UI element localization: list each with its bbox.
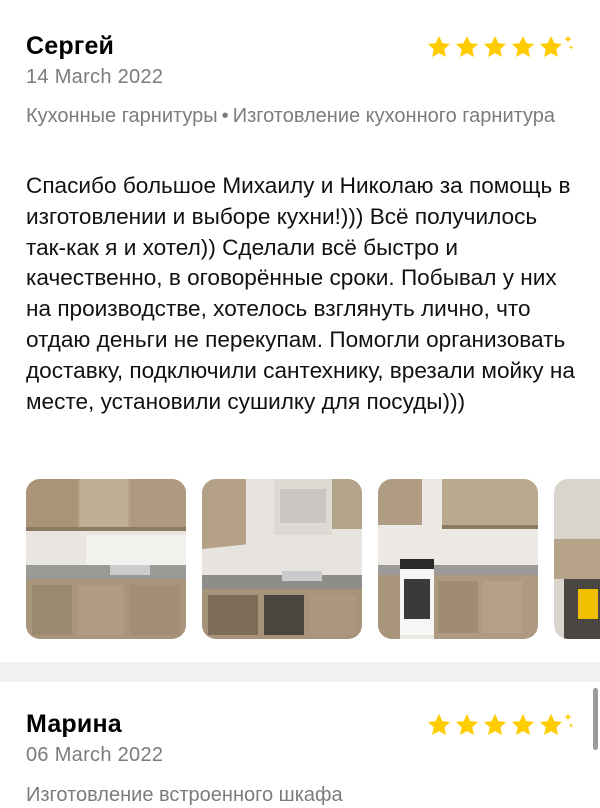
kitchen-photo-3 — [378, 479, 538, 639]
sparkle-icon — [564, 713, 574, 728]
photo-carousel[interactable] — [26, 479, 600, 639]
review-category: Изготовление встроенного шкафа — [26, 784, 343, 806]
review-author[interactable]: Марина — [26, 710, 122, 739]
rating-stars — [424, 712, 574, 738]
star-icon — [483, 35, 507, 57]
rating-stars — [424, 34, 574, 60]
review-card: Сергей 14 March 2022 Кухонные гарнитуры •… — [0, 0, 600, 662]
review-date: 06 March 2022 — [26, 744, 164, 766]
star-icon — [511, 713, 535, 735]
review-photo[interactable] — [202, 479, 362, 639]
separator: • — [221, 105, 229, 127]
kitchen-photo-2 — [202, 479, 362, 639]
section-divider — [0, 662, 600, 682]
service-label: Изготовление кухонного гарнитура — [232, 105, 556, 127]
star-icon — [455, 35, 479, 57]
review-photo[interactable] — [26, 479, 186, 639]
review-date: 14 March 2022 — [26, 66, 164, 88]
star-icon — [539, 35, 563, 57]
star-icon — [483, 713, 507, 735]
scrollbar[interactable] — [593, 688, 598, 750]
review-card: Марина 06 March 2022 Изготовление встрое… — [0, 682, 600, 808]
star-icon — [455, 713, 479, 735]
review-category: Кухонные гарнитуры • Изготовление кухонног… — [26, 102, 566, 131]
star-icon — [539, 713, 563, 735]
star-icon — [427, 35, 451, 57]
category-label: Кухонные гарнитуры — [26, 105, 218, 127]
review-author[interactable]: Сергей — [26, 32, 114, 61]
review-text: Спасибо большое Михаилу и Николаю за пом… — [26, 173, 575, 414]
kitchen-photo-1 — [26, 479, 186, 639]
sparkle-icon — [564, 35, 574, 50]
kitchen-photo-4 — [554, 479, 600, 639]
review-photo[interactable] — [554, 479, 600, 639]
star-icon — [427, 713, 451, 735]
review-photo[interactable] — [378, 479, 538, 639]
star-icon — [511, 35, 535, 57]
